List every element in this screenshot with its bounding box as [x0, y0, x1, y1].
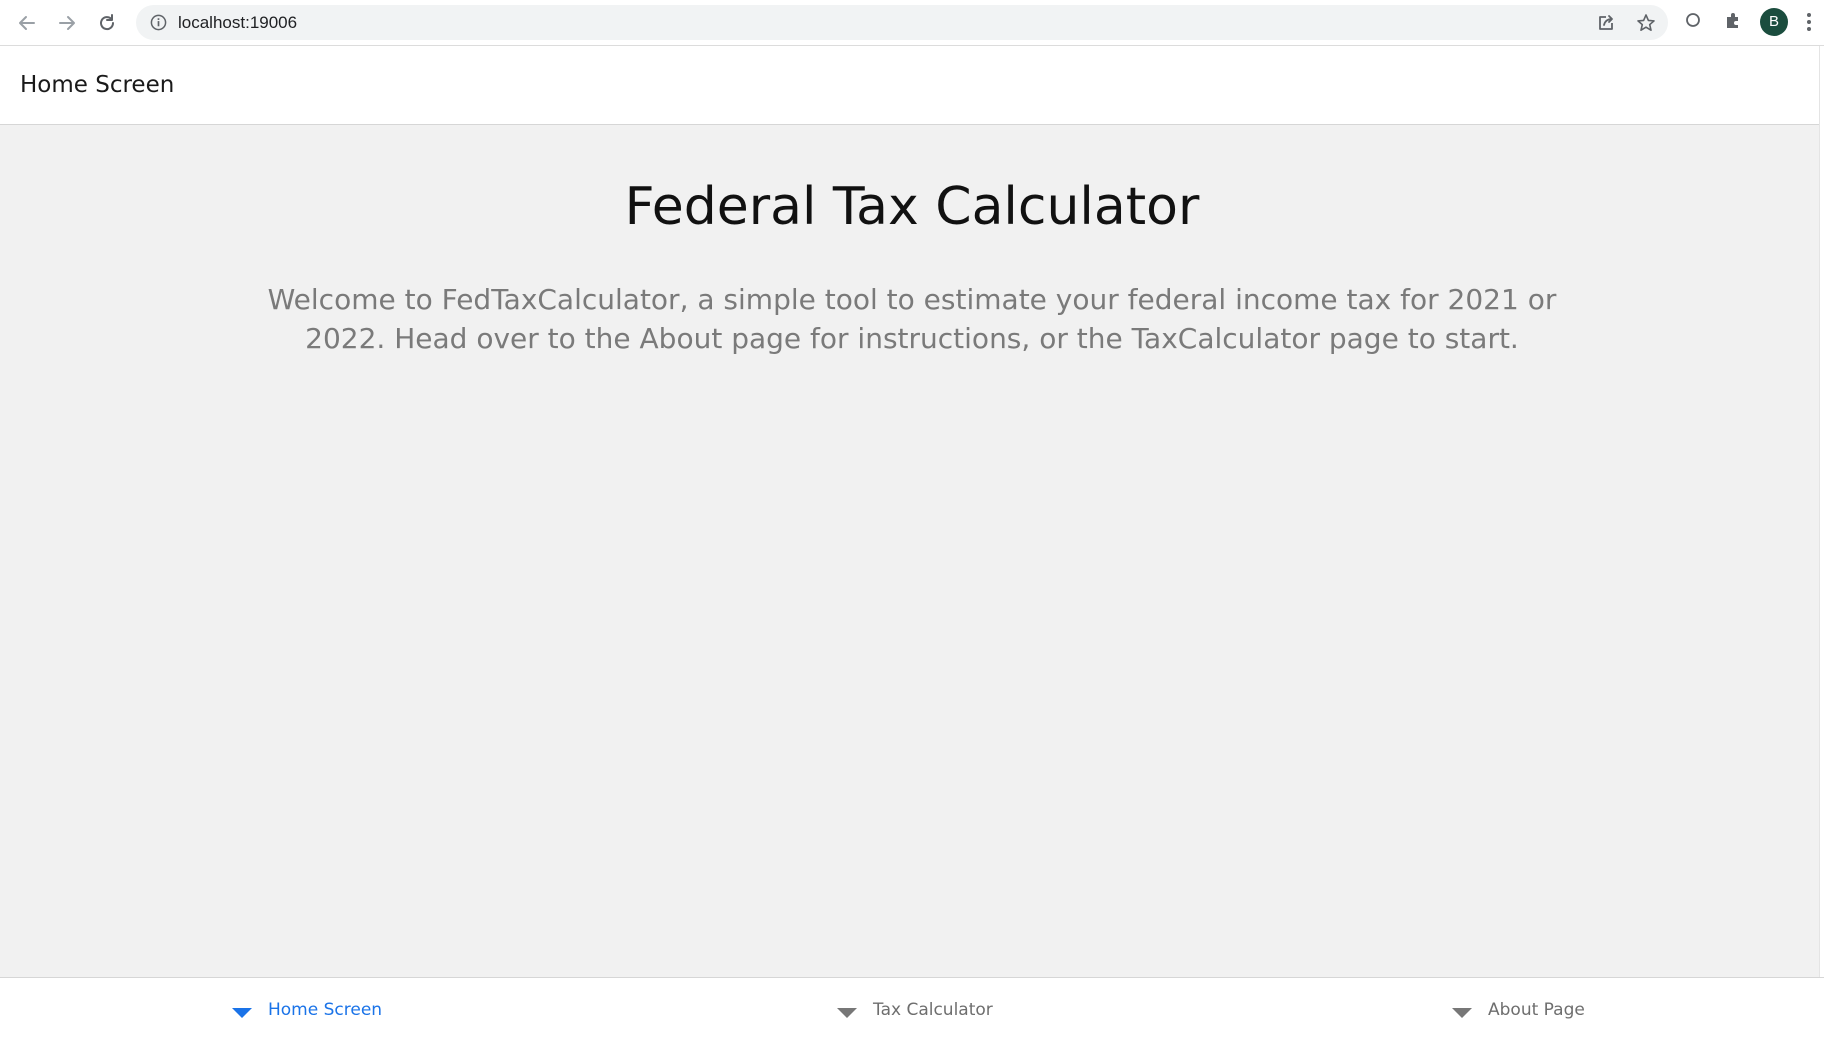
back-arrow-icon [19, 16, 35, 30]
main-content: Federal Tax Calculator Welcome to FedTax… [0, 125, 1820, 977]
tab-about-page[interactable]: About Page [1452, 996, 1585, 1024]
url-text[interactable]: localhost:19006 [178, 5, 297, 40]
extensions-icon[interactable] [1723, 11, 1743, 31]
tab-label: Tax Calculator [873, 1000, 993, 1020]
chevron-down-icon [1452, 1008, 1472, 1018]
tab-label: Home Screen [268, 1000, 383, 1020]
address-bar[interactable]: localhost:19006 [136, 5, 1668, 40]
record-icon[interactable] [1684, 11, 1702, 29]
bottom-tab-bar: Home Screen Tax Calculator About Page [0, 977, 1824, 1037]
app-header: Home Screen [0, 46, 1820, 125]
info-icon[interactable] [150, 14, 167, 31]
profile-avatar[interactable]: B [1760, 8, 1788, 36]
more-options-icon[interactable] [1806, 12, 1812, 32]
star-icon[interactable] [1636, 13, 1656, 33]
forward-arrow-icon [59, 16, 75, 30]
forward-button[interactable] [53, 9, 81, 37]
reload-icon [100, 14, 115, 31]
tab-home-screen[interactable]: Home Screen [232, 996, 382, 1024]
browser-toolbar: localhost:19006 B [0, 0, 1824, 46]
chevron-down-icon [837, 1008, 857, 1018]
reload-button[interactable] [93, 9, 121, 37]
share-icon[interactable] [1596, 13, 1616, 33]
back-button[interactable] [13, 9, 41, 37]
intro-text: Welcome to FedTaxCalculator, a simple to… [267, 283, 1557, 355]
header-title: Home Screen [20, 72, 175, 98]
page-title: Federal Tax Calculator [624, 177, 1200, 237]
tab-label: About Page [1488, 1000, 1585, 1020]
chevron-down-icon [232, 1008, 252, 1018]
tab-tax-calculator[interactable]: Tax Calculator [837, 996, 993, 1024]
